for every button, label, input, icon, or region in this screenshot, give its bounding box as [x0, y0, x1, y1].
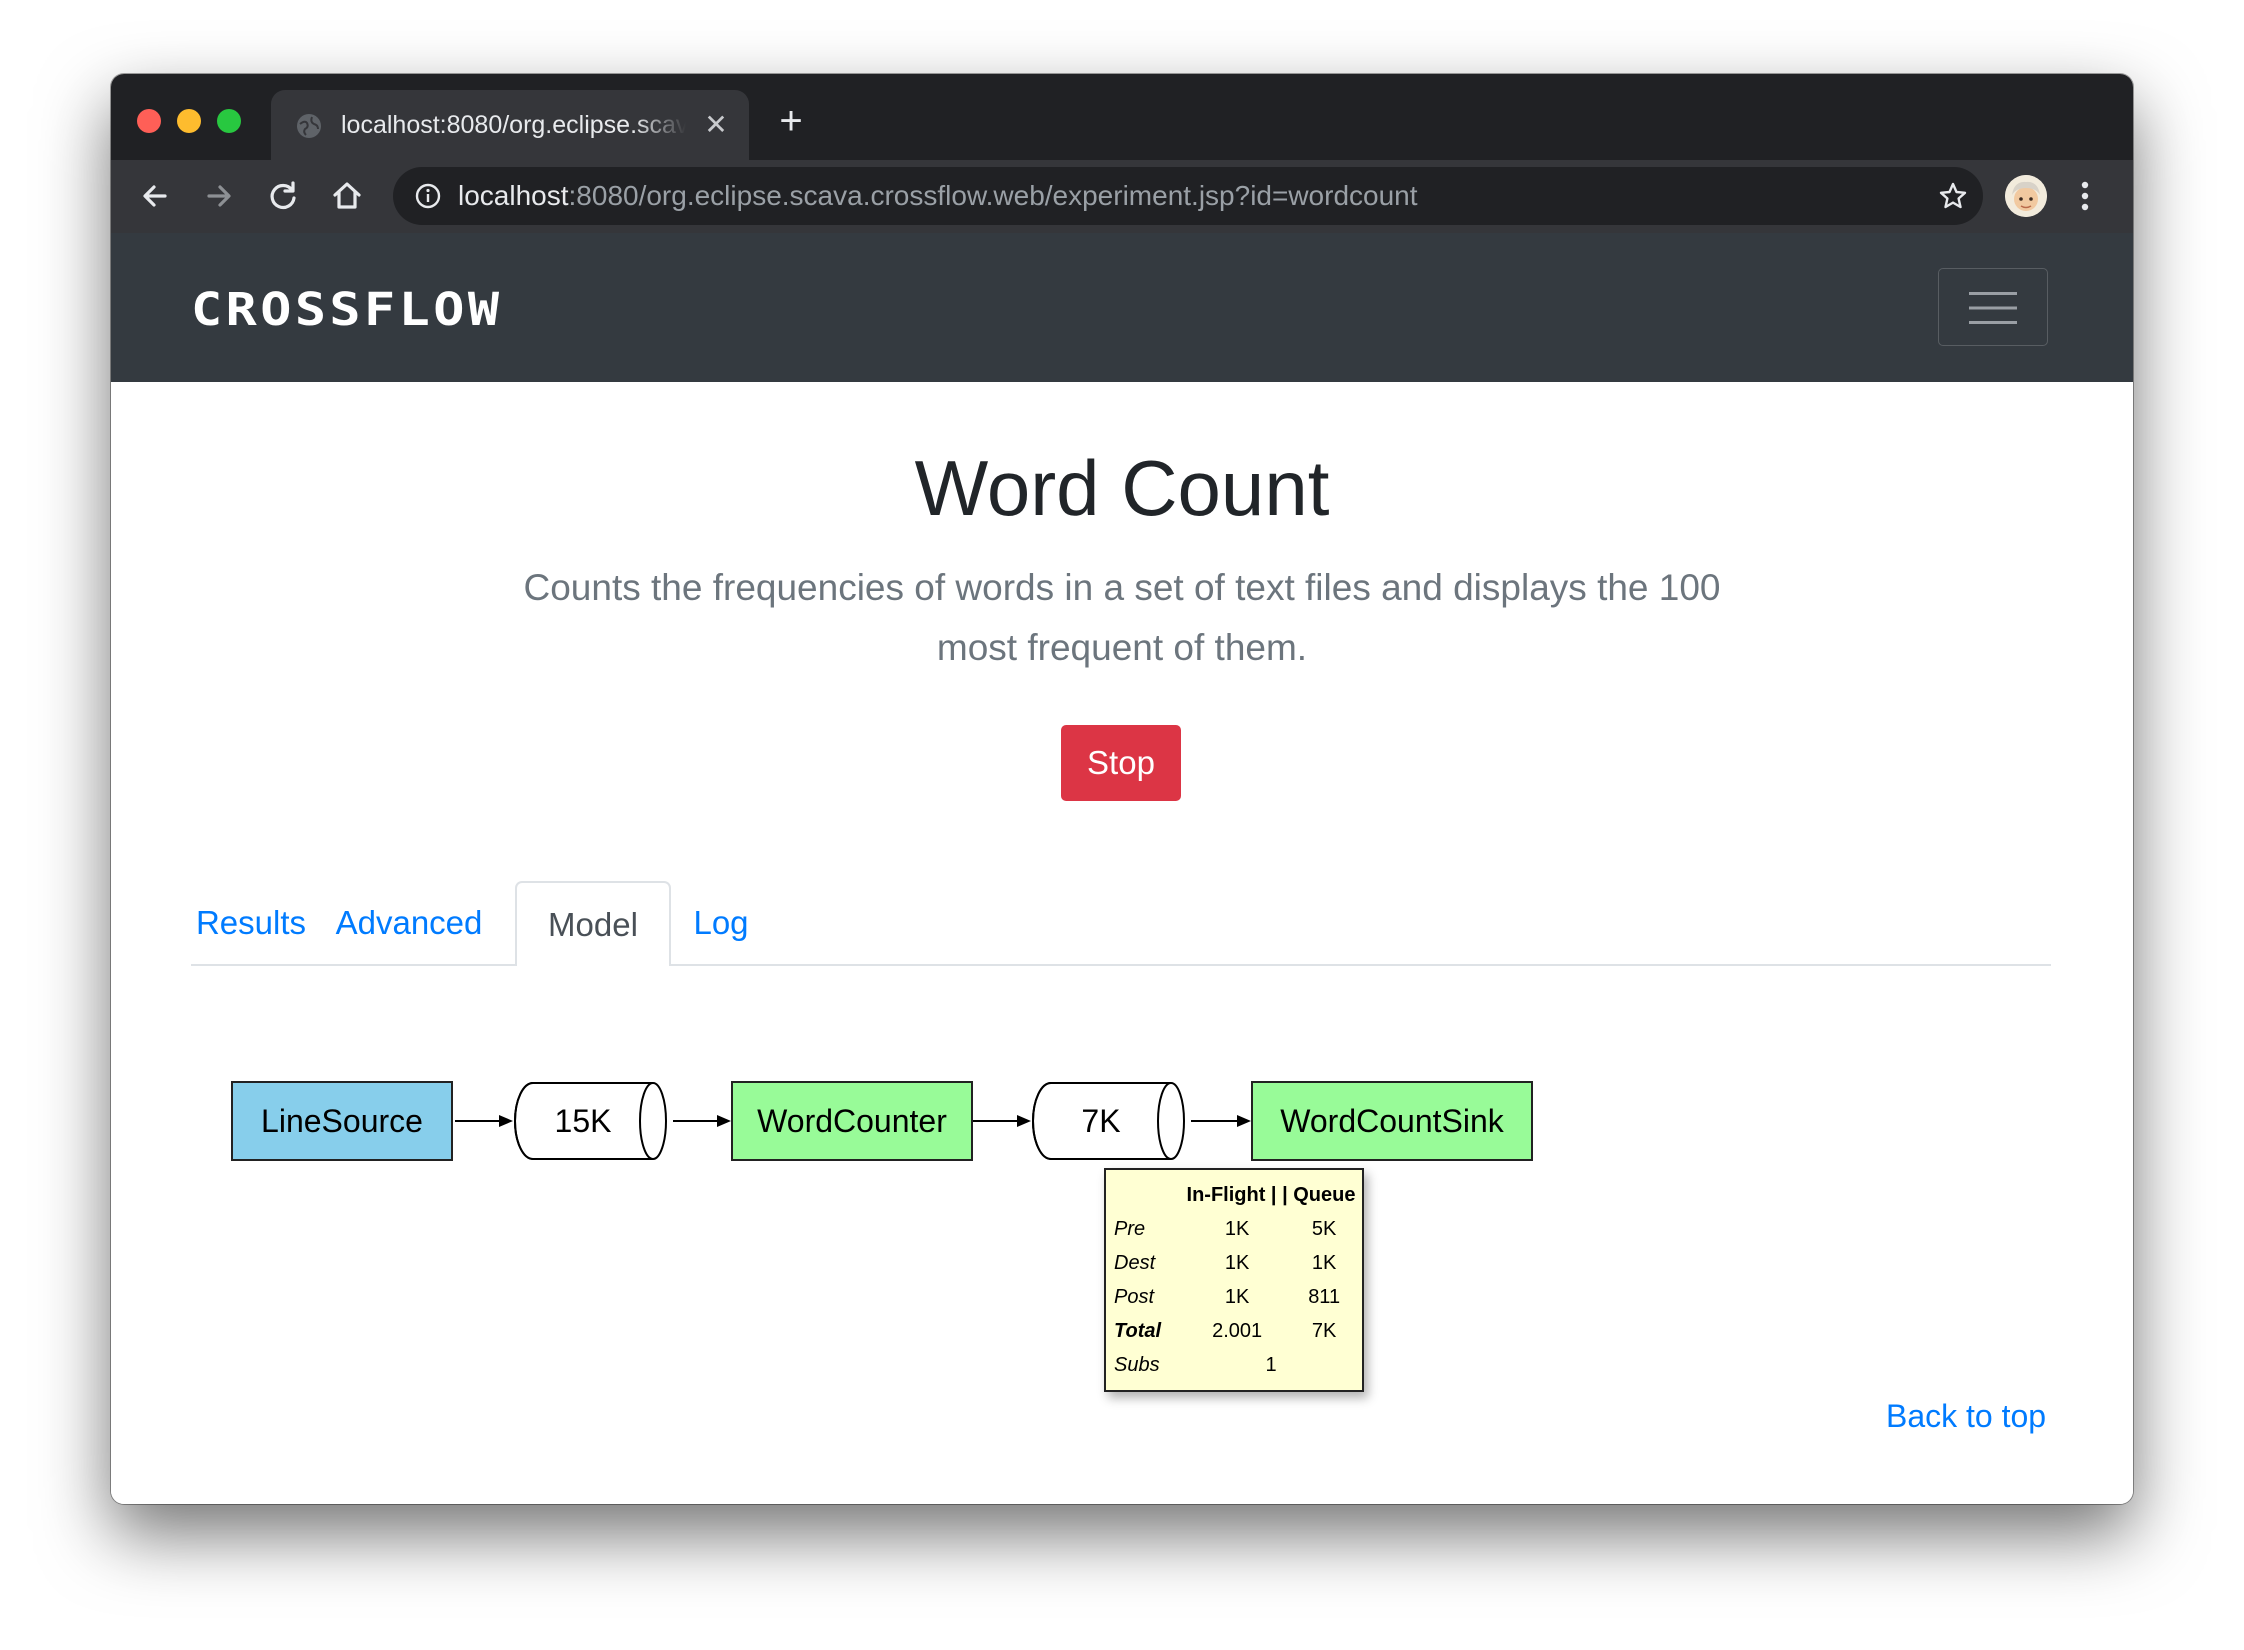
queue-linesource[interactable]: 15K — [513, 1081, 673, 1161]
tab-model[interactable]: Model — [515, 881, 671, 966]
arrow-connector — [673, 1115, 731, 1127]
inflight-value: 1K — [1224, 1217, 1250, 1240]
queue-value: 811 — [1308, 1285, 1341, 1308]
brand-text: CROSSFLOW — [191, 283, 503, 336]
row-label: Subs — [1114, 1353, 1160, 1376]
close-window-button[interactable] — [137, 109, 161, 133]
url-host: localhost — [458, 180, 569, 211]
navbar-toggler-button[interactable] — [1938, 268, 2048, 346]
new-tab-icon[interactable]: + — [773, 101, 809, 141]
browser-window: localhost:8080/org.eclipse.scava.crossfl… — [111, 74, 2133, 1504]
home-icon[interactable] — [327, 176, 367, 216]
queue-count: 7K — [1081, 1103, 1121, 1139]
star-icon[interactable] — [1938, 181, 1968, 211]
back-to-top-link[interactable]: Back to top — [1886, 1398, 2046, 1435]
arrow-connector — [973, 1115, 1031, 1127]
queue-count: 15K — [554, 1103, 612, 1139]
stats-header: In-Flight | | Queue — [1186, 1183, 1356, 1206]
queue-stats-table: In-Flight | | Queue Pre 1K 5K Dest 1K 1K… — [1114, 1178, 1358, 1382]
table-row: Dest 1K 1K — [1114, 1246, 1358, 1280]
table-row: Total 2.001 7K — [1114, 1314, 1358, 1348]
queue-value: 1K — [1311, 1251, 1337, 1274]
url-text: localhost:8080/org.eclipse.scava.crossfl… — [458, 167, 1418, 225]
arrow-connector — [455, 1115, 513, 1127]
profile-avatar[interactable] — [2005, 175, 2047, 217]
queue-wordcounter[interactable]: 7K — [1031, 1081, 1191, 1161]
table-row: Subs 1 — [1114, 1348, 1358, 1382]
row-label: Pre — [1114, 1217, 1146, 1240]
reload-icon[interactable] — [263, 176, 303, 216]
queue-value: 5K — [1311, 1217, 1337, 1240]
menu-dots-icon[interactable] — [2079, 178, 2091, 214]
tab-results[interactable]: Results — [191, 881, 311, 964]
table-row: Pre 1K 5K — [1114, 1212, 1358, 1246]
globe-icon — [297, 114, 321, 138]
inflight-value: 1K — [1224, 1251, 1250, 1274]
url-path: :8080/org.eclipse.scava.crossflow.web/ex… — [568, 180, 1418, 211]
page-description: Counts the frequencies of words in a set… — [523, 567, 1721, 668]
inflight-value: 2.001 — [1212, 1319, 1263, 1342]
row-label: Dest — [1114, 1251, 1156, 1274]
stop-button[interactable]: Stop — [1061, 725, 1181, 801]
maximize-window-button[interactable] — [217, 109, 241, 133]
tab-advanced[interactable]: Advanced — [311, 881, 507, 964]
subs-value: 1 — [1265, 1353, 1277, 1376]
brand-logo[interactable]: CROSSFLOW — [191, 283, 499, 336]
page-title: Word Count — [914, 444, 1330, 532]
inflight-value: 1K — [1224, 1285, 1250, 1308]
page-viewport: CROSSFLOW Word Count Counts the frequenc… — [111, 233, 2133, 1504]
row-label: Post — [1114, 1285, 1155, 1308]
browser-toolbar: localhost:8080/org.eclipse.scava.crossfl… — [111, 160, 2133, 233]
queue-value: 7K — [1311, 1319, 1337, 1342]
node-wordcounter[interactable]: WordCounter — [731, 1081, 973, 1161]
minimize-window-button[interactable] — [177, 109, 201, 133]
browser-tab[interactable]: localhost:8080/org.eclipse.scava.crossfl… — [271, 90, 749, 160]
tab-close-icon[interactable]: ✕ — [701, 110, 731, 140]
table-row: Post 1K 811 — [1114, 1280, 1358, 1314]
arrow-connector — [1191, 1115, 1251, 1127]
hamburger-icon — [1969, 292, 2017, 324]
forward-arrow-icon[interactable] — [199, 176, 239, 216]
browser-tab-title: localhost:8080/org.eclipse.scava.crossfl… — [341, 111, 686, 139]
experiment-tabs: Results Advanced Model Log — [191, 881, 2051, 966]
info-icon[interactable] — [415, 183, 441, 209]
browser-tab-strip: localhost:8080/org.eclipse.scava.crossfl… — [111, 74, 2133, 160]
tab-log[interactable]: Log — [681, 881, 761, 964]
back-arrow-icon[interactable] — [135, 176, 175, 216]
navbar: CROSSFLOW — [111, 233, 2133, 382]
row-label: Total — [1114, 1319, 1162, 1342]
address-bar[interactable]: localhost:8080/org.eclipse.scava.crossfl… — [393, 167, 1983, 225]
node-wordcountsink[interactable]: WordCountSink — [1251, 1081, 1533, 1161]
node-linesource[interactable]: LineSource — [231, 1081, 453, 1161]
queue-stats-tooltip: In-Flight | | Queue Pre 1K 5K Dest 1K 1K… — [1104, 1168, 1364, 1392]
